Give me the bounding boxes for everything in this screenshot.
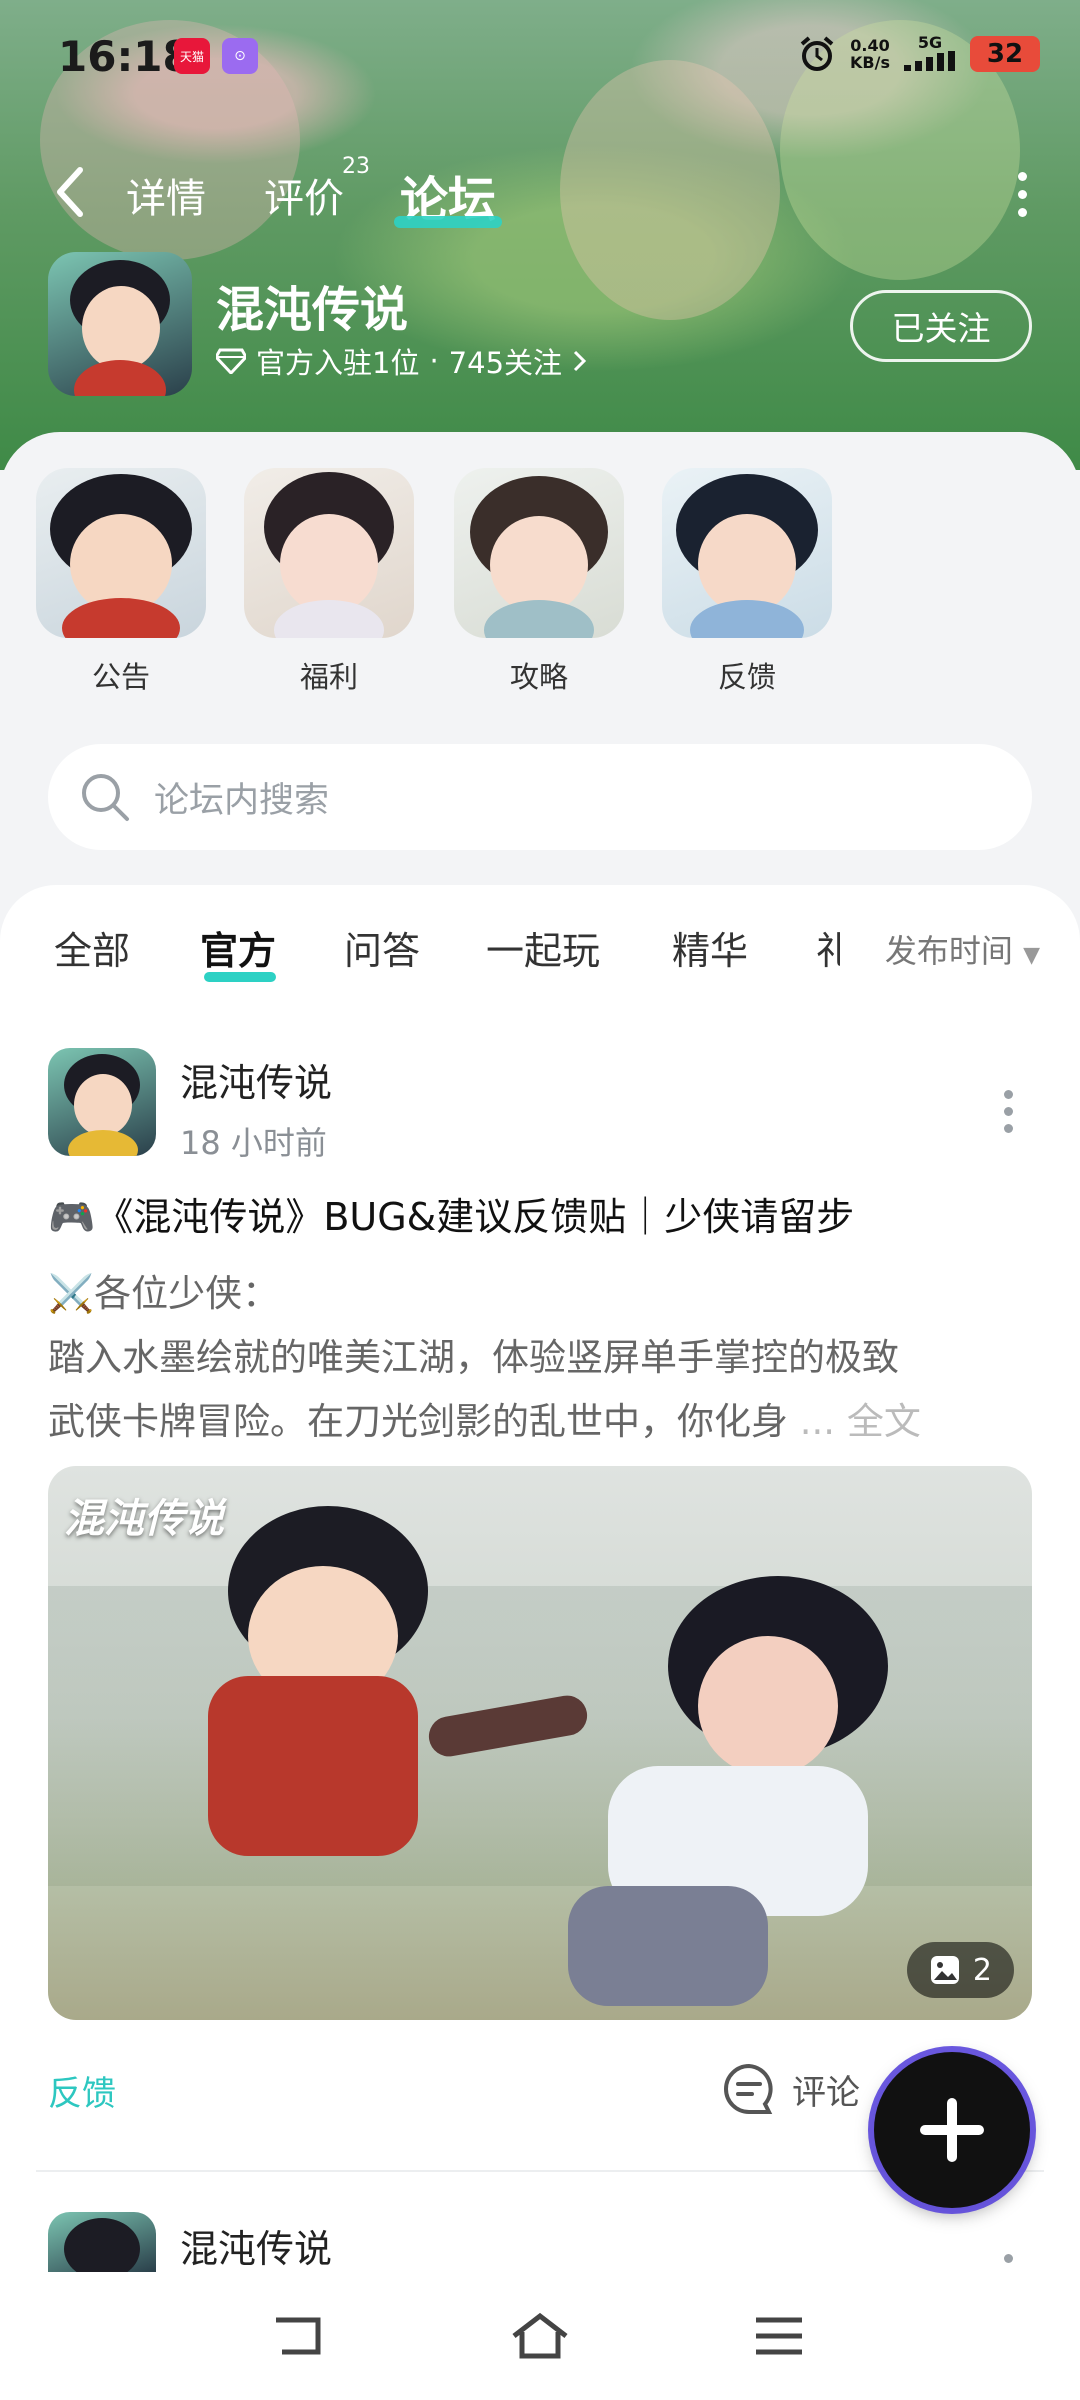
create-post-button[interactable] (874, 2052, 1030, 2208)
top-nav: 详情 评价 23 论坛 (0, 150, 1080, 230)
feed-tabs: 全部 官方 问答 一起玩 精华 礼 发布时间 ▼ (0, 920, 1080, 990)
feed-tab-gift[interactable]: 礼 (816, 920, 840, 975)
game-title: 混沌传说 (216, 282, 409, 338)
read-full-link[interactable]: 全文 (847, 1400, 921, 1443)
tmall-badge-label: 天猫 (179, 49, 204, 64)
post-body-line: ⚔️各位少侠： (48, 1272, 280, 1315)
active-tab-indicator (394, 216, 502, 228)
status-bar: 16:18 天猫 ⊙ 0.40 KB/s 5G 32 (0, 0, 1080, 110)
guide-avatar (454, 468, 624, 638)
follower-count: 745关注 (448, 346, 563, 380)
comment-icon (724, 2063, 773, 2114)
feed-tab-qa[interactable]: 问答 (344, 920, 420, 975)
post-more-icon[interactable] (1004, 2254, 1014, 2271)
game-icon[interactable] (48, 252, 192, 396)
battery-indicator: 32 (970, 36, 1040, 72)
post-ellipsis: ... (799, 1400, 836, 1443)
signal-indicator: 5G (904, 34, 956, 74)
image-watermark: 混沌传说 (64, 1496, 224, 1542)
back-gesture-icon[interactable] (272, 2312, 328, 2360)
tmall-badge-icon: 天猫 (174, 38, 210, 74)
official-count: 官方入驻1位 (256, 346, 420, 380)
quick-link-welfare[interactable]: 福利 (244, 468, 414, 696)
feed-tab-play-together[interactable]: 一起玩 (486, 920, 600, 975)
welfare-avatar (244, 468, 414, 638)
post-author[interactable]: 混沌传说 (180, 1052, 332, 1107)
post-title[interactable]: 🎮《混沌传说》BUG&建议反馈贴｜少侠请留步 (48, 1186, 1038, 1241)
tab-reviews[interactable]: 评价 23 (264, 154, 370, 224)
illustration-enemy (698, 1636, 838, 1776)
post-time: 18 小时前 (180, 1124, 327, 1162)
author-avatar[interactable] (48, 2212, 156, 2272)
tab-details[interactable]: 详情 (126, 166, 206, 224)
recent-apps-icon[interactable] (754, 2312, 804, 2360)
post-body[interactable]: ⚔️各位少侠： 踏入水墨绘就的唯美江湖，体验竖屏单手掌控的极致 武侠卡牌冒险。在… (48, 1262, 1032, 1454)
follow-button[interactable]: 已关注 (850, 290, 1032, 362)
sort-label: 发布时间 (884, 932, 1013, 970)
post-body-line: 武侠卡牌冒险。在刀光剑影的乱世中，你化身 ... 全文 (48, 1400, 921, 1443)
diamond-icon (216, 348, 246, 374)
feed-tab-featured[interactable]: 精华 (672, 920, 748, 975)
post-more-icon[interactable] (1004, 1090, 1014, 1141)
image-stack-icon (930, 1956, 959, 1984)
network-speed: 0.40 KB/s (850, 36, 890, 72)
system-nav-bar (0, 2272, 1080, 2400)
signal-bars-icon (904, 51, 955, 71)
caret-down-icon: ▼ (1023, 943, 1040, 968)
quick-link-label: 反馈 (717, 660, 776, 694)
search-placeholder: 论坛内搜索 (154, 780, 330, 821)
feed-tab-official[interactable]: 官方 (200, 920, 276, 975)
quick-link-label: 公告 (91, 660, 150, 694)
status-time: 16:18 (58, 32, 192, 81)
announcement-avatar (36, 468, 206, 638)
home-icon[interactable] (510, 2312, 570, 2360)
quick-link-announcement[interactable]: 公告 (36, 468, 206, 696)
alarm-icon (800, 36, 834, 71)
sort-dropdown[interactable]: 发布时间 ▼ (864, 926, 1040, 972)
quick-links: 公告 福利 攻略 反馈 (0, 468, 1080, 698)
back-arrow-icon[interactable] (52, 164, 86, 230)
author-avatar[interactable] (48, 1048, 156, 1156)
chevron-right-icon (573, 350, 587, 372)
plus-icon (920, 2098, 984, 2162)
feed-tab-indicator (204, 972, 276, 982)
more-menu-icon[interactable] (1018, 172, 1028, 226)
quick-link-guide[interactable]: 攻略 (454, 468, 624, 696)
post-tag[interactable]: 反馈 (48, 2066, 116, 2115)
quick-link-label: 攻略 (509, 660, 568, 694)
forum-search-input[interactable]: 论坛内搜索 (48, 744, 1032, 850)
post-author[interactable]: 混沌传说 (180, 2218, 332, 2273)
feedback-avatar (662, 468, 832, 638)
post-image[interactable]: 混沌传说 2 (48, 1466, 1032, 2020)
reviews-count: 23 (342, 154, 370, 179)
comment-button[interactable]: 评论 (720, 2060, 860, 2118)
post-body-line: 踏入水墨绘就的唯美江湖，体验竖屏单手掌控的极致 (48, 1336, 899, 1379)
image-count-badge: 2 (906, 1942, 1014, 1998)
app-notification-icon: ⊙ (222, 38, 258, 74)
game-meta[interactable]: 官方入驻1位 · 745关注 (216, 340, 588, 382)
meta-separator: · (429, 344, 439, 378)
search-icon (82, 774, 129, 821)
quick-link-label: 福利 (299, 660, 358, 694)
feed-tab-all[interactable]: 全部 (54, 920, 130, 975)
quick-link-feedback[interactable]: 反馈 (662, 468, 832, 696)
